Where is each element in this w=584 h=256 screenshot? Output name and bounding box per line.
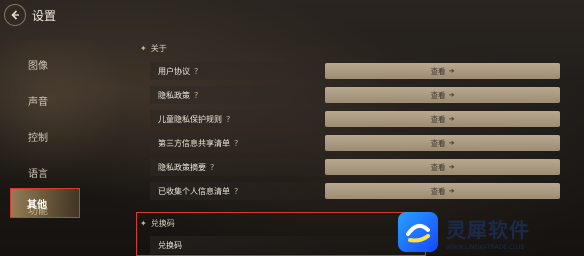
arrow-right-icon: ➔ xyxy=(448,187,455,195)
row-label-text: 已收集个人信息清单 xyxy=(158,186,230,196)
settings-header: 设置 xyxy=(0,0,200,32)
row-label-text: 兑换码 xyxy=(158,240,182,250)
row-privacy-summary: 隐私政策摘要? 查看 ➔ xyxy=(150,158,560,176)
view-button-label: 查看 xyxy=(430,90,446,100)
sidebar-item-sound[interactable]: 声音 xyxy=(10,88,80,112)
row-label: 儿童隐私保护规则? xyxy=(158,114,230,125)
row-label: 隐私政策摘要? xyxy=(158,162,214,173)
view-button-label: 查看 xyxy=(430,66,446,76)
section-marker-icon: ✦ xyxy=(140,44,147,53)
sidebar-item-control[interactable]: 控制 xyxy=(10,124,80,148)
view-child-privacy-button[interactable]: 查看 ➔ xyxy=(325,111,560,127)
row-collected-info: 已收集个人信息清单? 查看 ➔ xyxy=(150,182,560,200)
sidebar-item-image[interactable]: 图像 xyxy=(10,52,80,76)
help-icon[interactable]: ? xyxy=(194,67,198,76)
help-icon[interactable]: ? xyxy=(210,163,214,172)
sidebar-item-other[interactable]: 其他 xyxy=(10,188,80,218)
arrow-right-icon: ➔ xyxy=(448,115,455,123)
help-icon[interactable]: ? xyxy=(234,139,238,148)
row-label: 兑换码 xyxy=(158,240,182,251)
view-collected-info-button[interactable]: 查看 ➔ xyxy=(325,183,560,199)
row-label: 第三方信息共享清单? xyxy=(158,138,238,149)
watermark: 灵犀软件 WWW.LINGXI-TRADE.CLUB xyxy=(392,208,584,256)
help-icon[interactable]: ? xyxy=(194,91,198,100)
view-button-label: 查看 xyxy=(430,114,446,124)
view-third-party-button[interactable]: 查看 ➔ xyxy=(325,135,560,151)
arrow-right-icon: ➔ xyxy=(448,91,455,99)
row-label: 用户协议? xyxy=(158,66,198,77)
section-about-header: ✦ 关于 xyxy=(140,43,167,54)
section-redeem-title: 兑换码 xyxy=(150,219,175,228)
watermark-name: 灵犀软件 xyxy=(446,217,530,242)
row-label-text: 儿童隐私保护规则 xyxy=(158,114,222,124)
view-privacy-summary-button[interactable]: 查看 ➔ xyxy=(325,159,560,175)
row-label-text: 隐私政策 xyxy=(158,90,190,100)
row-user-agreement: 用户协议? 查看 ➔ xyxy=(150,62,560,80)
row-label-text: 第三方信息共享清单 xyxy=(158,138,230,148)
arrow-right-icon: ➔ xyxy=(448,67,455,75)
settings-sidebar: 图像 声音 控制 语言 功能 xyxy=(0,40,120,256)
view-button-label: 查看 xyxy=(430,138,446,148)
view-button-label: 查看 xyxy=(430,186,446,196)
view-privacy-policy-button[interactable]: 查看 ➔ xyxy=(325,87,560,103)
section-redeem-header: ✦ 兑换码 xyxy=(140,218,175,229)
arrow-right-icon: ➔ xyxy=(448,139,455,147)
view-button-label: 查看 xyxy=(430,162,446,172)
watermark-url: WWW.LINGXI-TRADE.CLUB xyxy=(446,243,525,251)
row-child-privacy: 儿童隐私保护规则? 查看 ➔ xyxy=(150,110,560,128)
row-label: 已收集个人信息清单? xyxy=(158,186,238,197)
page-title: 设置 xyxy=(32,9,57,23)
row-third-party-sharing: 第三方信息共享清单? 查看 ➔ xyxy=(150,134,560,152)
arrow-right-icon: ➔ xyxy=(448,163,455,171)
row-label: 隐私政策? xyxy=(158,90,198,101)
view-user-agreement-button[interactable]: 查看 ➔ xyxy=(325,63,560,79)
sidebar-item-language[interactable]: 语言 xyxy=(10,160,80,184)
row-label-text: 用户协议 xyxy=(158,66,190,76)
back-button[interactable] xyxy=(4,4,26,26)
help-icon[interactable]: ? xyxy=(226,115,230,124)
section-about-title: 关于 xyxy=(150,44,167,53)
help-icon[interactable]: ? xyxy=(234,187,238,196)
watermark-text: 灵犀软件 WWW.LINGXI-TRADE.CLUB xyxy=(446,214,530,251)
row-privacy-policy: 隐私政策? 查看 ➔ xyxy=(150,86,560,104)
watermark-logo-icon xyxy=(398,212,438,252)
row-label-text: 隐私政策摘要 xyxy=(158,162,206,172)
back-arrow-icon xyxy=(11,10,19,20)
section-marker-icon: ✦ xyxy=(140,219,147,228)
